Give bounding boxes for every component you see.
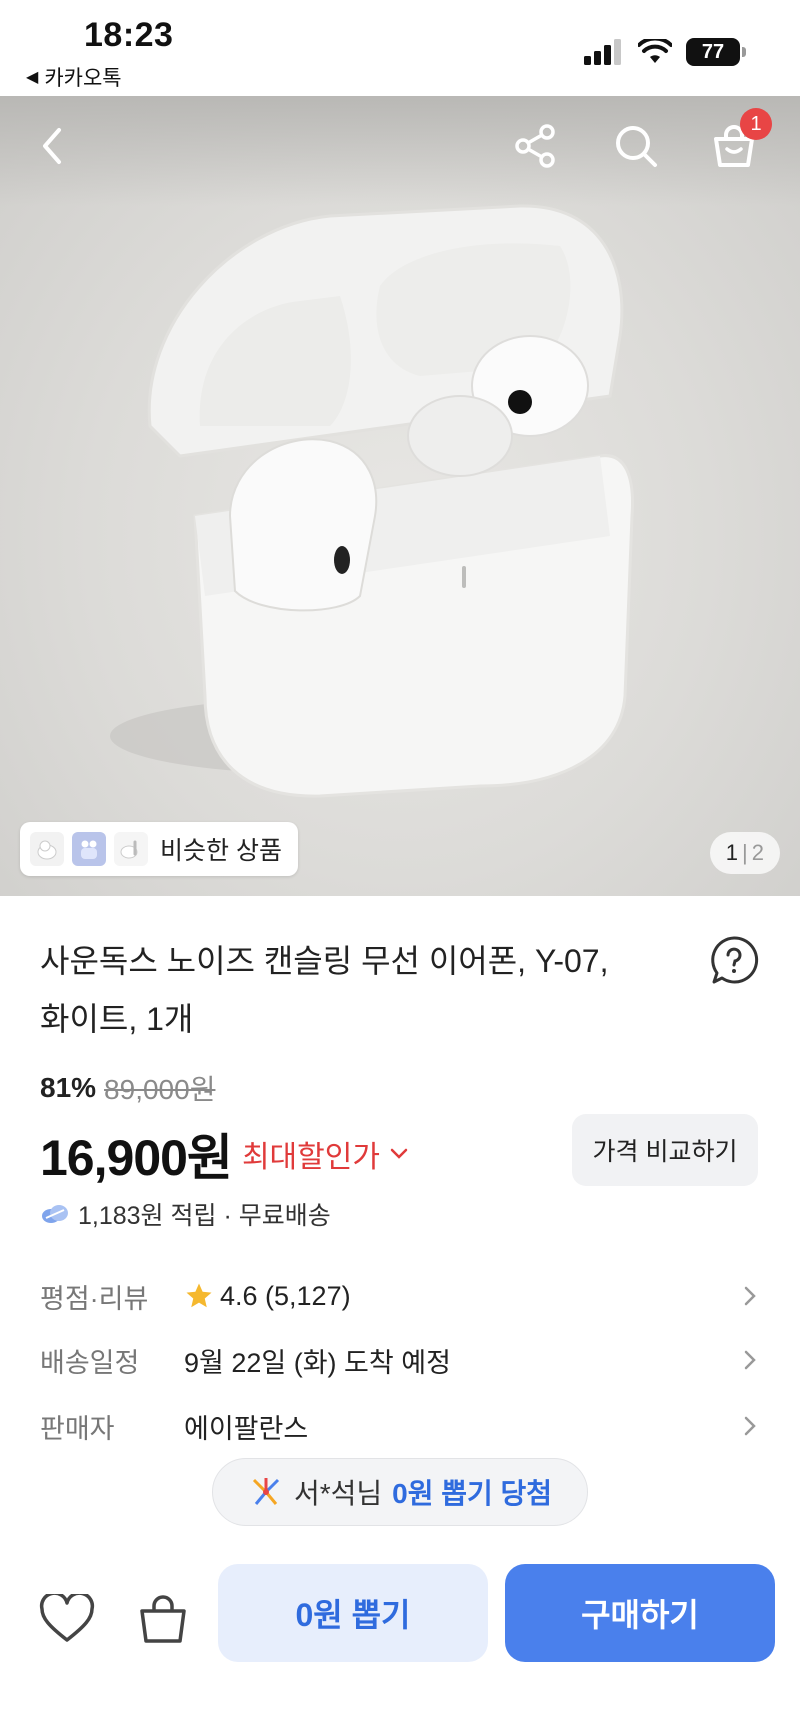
back-app-label: 카카오톡 xyxy=(44,67,122,90)
chevron-down-icon xyxy=(390,1148,408,1159)
question-bubble-icon xyxy=(711,936,759,984)
seller-value: 에이팔란스 xyxy=(184,1413,309,1444)
seller-row[interactable]: 판매자 에이팔란스 xyxy=(40,1398,760,1454)
status-time: 18:23 xyxy=(84,16,174,54)
chevron-right-icon xyxy=(744,1350,756,1370)
product-title: 사운독스 노이즈 캔슬링 무선 이어폰, Y-07, 화이트, 1개 xyxy=(40,932,660,1048)
confetti-icon xyxy=(252,1478,279,1505)
wishlist-button[interactable] xyxy=(32,1584,102,1654)
share-button[interactable] xyxy=(506,116,566,176)
share-icon xyxy=(515,124,555,168)
page-current: 1 xyxy=(725,840,739,865)
status-bar: 18:23 ◀ 카카오톡 77 xyxy=(0,0,800,96)
inquiry-button[interactable] xyxy=(708,934,760,986)
star-icon xyxy=(186,1283,212,1308)
battery-tip xyxy=(742,47,746,57)
wifi-icon xyxy=(638,39,672,63)
sale-price: 16,900원 xyxy=(40,1130,233,1186)
rating-review-value: 4.6 (5,127) xyxy=(220,1280,351,1311)
page-separator: | xyxy=(742,840,748,865)
back-to-app-link[interactable]: ◀ 카카오톡 xyxy=(26,62,122,92)
image-top-nav: 1 xyxy=(0,96,800,192)
zero-won-draw-button[interactable]: 0원 뽑기 xyxy=(218,1564,488,1662)
max-discount-toggle[interactable]: 최대할인가 xyxy=(242,1132,408,1176)
heart-icon xyxy=(39,1594,95,1642)
delivery-schedule-key: 배송일정 xyxy=(40,1347,140,1378)
page-total: 2 xyxy=(751,840,764,865)
seller-key: 판매자 xyxy=(40,1413,115,1444)
max-discount-label: 최대할인가 xyxy=(241,1141,380,1174)
signal-icon xyxy=(584,39,621,65)
search-button[interactable] xyxy=(606,116,666,176)
points-text: 1,183원 적립 · 무료배송 xyxy=(78,1202,331,1230)
original-price: 89,000원 xyxy=(104,1074,216,1105)
points-row: 1,183원 적립 · 무료배송 xyxy=(40,1196,331,1232)
discount-row: 81% 89,000원 xyxy=(40,1068,215,1108)
similar-thumb-1 xyxy=(30,832,64,866)
points-cloud-icon xyxy=(42,1205,68,1223)
cart-count-badge: 1 xyxy=(740,108,772,140)
similar-thumb-2 xyxy=(72,832,106,866)
battery-level: 77 xyxy=(686,38,740,66)
product-image[interactable] xyxy=(0,96,800,896)
chevron-right-icon xyxy=(744,1416,756,1436)
bottom-action-bar: 0원 뽑기 구매하기 xyxy=(0,1540,800,1731)
winner-name: 서*석님 xyxy=(293,1478,383,1509)
rating-review-row[interactable]: 평점·리뷰 4.6 (5,127) xyxy=(40,1268,760,1324)
similar-products-label: 비슷한 상품 xyxy=(160,837,282,865)
delivery-schedule-row[interactable]: 배송일정 9월 22일 (화) 도착 예정 xyxy=(40,1332,760,1388)
rating-review-value-wrap: 4.6 (5,127) xyxy=(184,1281,740,1312)
cart-button[interactable]: 1 xyxy=(704,108,772,176)
winner-highlight: 0원 뽑기 당첨 xyxy=(392,1478,553,1509)
status-icons: 77 xyxy=(584,38,746,66)
chevron-left-icon xyxy=(43,128,61,164)
add-to-cart-button[interactable] xyxy=(128,1584,198,1654)
cart-bag-icon xyxy=(140,1595,186,1643)
chevron-right-icon xyxy=(744,1286,756,1306)
discount-percent: 81% xyxy=(40,1072,97,1103)
battery-indicator: 77 xyxy=(686,38,746,66)
buy-button[interactable]: 구매하기 xyxy=(505,1564,775,1662)
price-row: 16,900원 최대할인가 xyxy=(40,1118,408,1190)
rating-review-key: 평점·리뷰 xyxy=(40,1283,149,1314)
back-triangle-icon: ◀ xyxy=(26,69,39,86)
similar-thumb-3 xyxy=(114,832,148,866)
back-button[interactable] xyxy=(22,116,82,176)
product-title-line1: 사운독스 노이즈 캔슬링 무선 이어폰, Y-07, xyxy=(40,943,609,979)
product-title-line2: 화이트, 1개 xyxy=(40,1001,194,1037)
earbuds-case-illustration xyxy=(110,204,635,798)
price-compare-button[interactable]: 가격 비교하기 xyxy=(572,1114,758,1186)
similar-products-button[interactable]: 비슷한 상품 xyxy=(20,822,298,876)
image-page-indicator: 1 | 2 xyxy=(709,832,780,874)
delivery-schedule-value: 9월 22일 (화) 도착 예정 xyxy=(184,1347,451,1378)
draw-winner-notice[interactable]: 서*석님 0원 뽑기 당첨 xyxy=(212,1458,588,1526)
search-icon xyxy=(616,126,657,167)
